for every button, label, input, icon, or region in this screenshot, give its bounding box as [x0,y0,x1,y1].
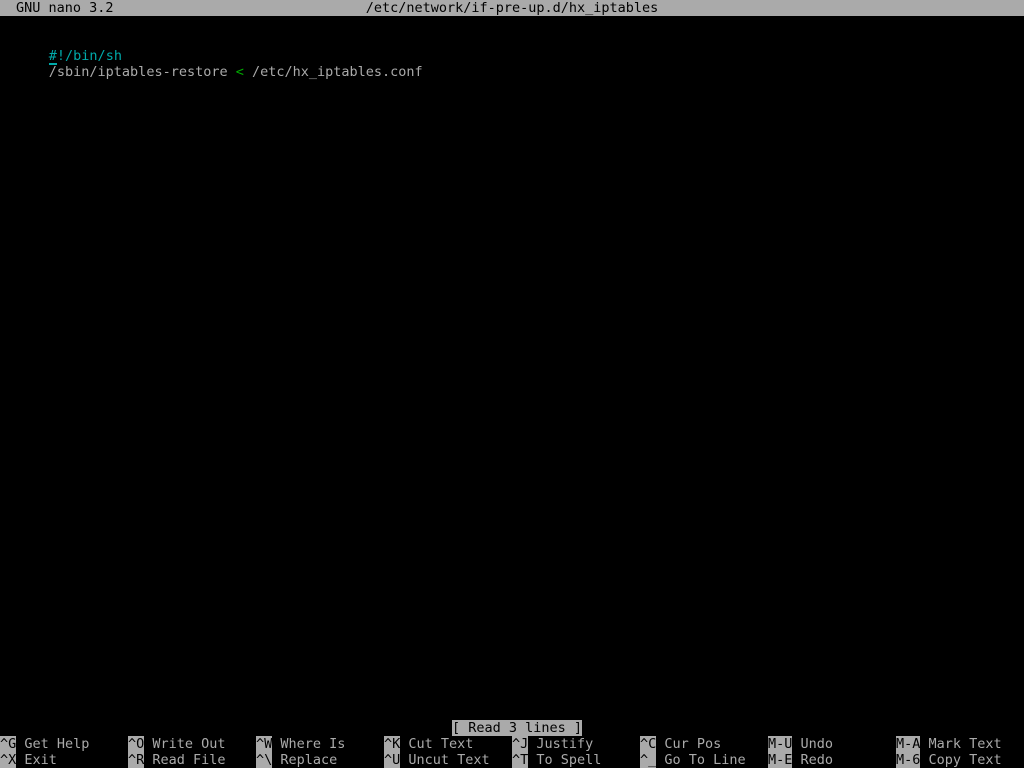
shortcut-label: Replace [280,752,338,768]
shortcut-spacer [656,736,664,752]
editor-line-2-command: /sbin/iptables-restore [48,64,236,80]
text-area[interactable]: #!/bin/sh /sbin/iptables-restore < /etc/… [0,32,1024,704]
shortcut-spacer [920,752,928,768]
shortcut-spacer [528,736,536,752]
shortcut-uncut-text[interactable]: ^U Uncut Text [384,752,490,768]
shortcut-mark-text[interactable]: M-A Mark Text [896,736,1002,752]
shortcut-label: Mark Text [928,736,1002,752]
shortcut-spacer [400,736,408,752]
shortcut-label: Redo [800,752,834,768]
shortcut-spacer [144,752,152,768]
shortcut-spacer [144,736,152,752]
shortcut-label: Read File [152,752,226,768]
shortcut-get-help[interactable]: ^G Get Help [0,736,89,752]
shortcut-label: Where Is [280,736,346,752]
shortcut-redo[interactable]: M-E Redo [768,752,833,768]
editor-line-2-redirect-operator: < [235,64,244,80]
shortcut-cur-pos[interactable]: ^C Cur Pos [640,736,721,752]
shortcut-undo[interactable]: M-U Undo [768,736,833,752]
shortcut-go-to-line[interactable]: ^_ Go To Line [640,752,746,768]
shortcut-spacer [272,752,280,768]
open-file-path: /etc/network/if-pre-up.d/hx_iptables [365,0,659,16]
shortcut-key-badge: ^O [128,736,145,752]
shortcut-key-badge: ^U [384,752,401,768]
shortcut-key-badge: ^J [512,736,529,752]
status-message: [ Read 3 lines ] [452,720,583,736]
shortcut-spacer [272,736,280,752]
shortcut-key-badge: ^\ [256,752,273,768]
shortcut-to-spell[interactable]: ^T To Spell [512,752,601,768]
shortcut-copy-text[interactable]: M-6 Copy Text [896,752,1002,768]
shortcut-spacer [656,752,664,768]
shortcut-label: Exit [24,752,57,768]
shortcut-write-out[interactable]: ^O Write Out [128,736,226,752]
editor-line-2-path: /etc/hx_iptables.conf [243,64,423,80]
shortcut-label: Cut Text [408,736,474,752]
shortcut-key-badge: ^R [128,752,145,768]
shortcut-key-badge: ^G [0,736,17,752]
shortcut-label: Write Out [152,736,226,752]
shortcut-label: To Spell [536,752,602,768]
shortcut-label: Undo [800,736,834,752]
shortcut-row-1: ^G Get Help ^O Write Out ^W Where Is ^K Cut… [0,736,1024,752]
shortcut-bar: ^G Get Help ^O Write Out ^W Where Is ^K Cut… [0,736,1024,768]
shortcut-label: Cur Pos [664,736,722,752]
shortcut-label: Justify [536,736,594,752]
shortcut-key-badge: ^K [384,736,401,752]
shortcut-key-badge: ^T [512,752,529,768]
shortcut-row-2: ^X Exit ^R Read File ^\ Replace ^U Uncut Te… [0,752,1024,768]
editor-line-1[interactable]: #!/bin/sh [0,32,122,65]
shortcut-replace[interactable]: ^\ Replace [256,752,337,768]
shortcut-key-badge: M-6 [896,752,921,768]
shortcut-key-badge: ^W [256,736,273,752]
shortcut-spacer [792,752,800,768]
shortcut-where-is[interactable]: ^W Where Is [256,736,345,752]
shortcut-exit[interactable]: ^X Exit [0,752,57,768]
shortcut-label: Copy Text [928,752,1002,768]
shortcut-spacer [16,736,24,752]
status-line: [ Read 3 lines ] [0,720,1024,736]
editor-line-2[interactable]: /sbin/iptables-restore < /etc/hx_iptable… [0,48,423,80]
shortcut-label: Get Help [24,736,90,752]
shortcut-read-file[interactable]: ^R Read File [128,752,226,768]
shortcut-key-badge: ^_ [640,752,657,768]
shortcut-spacer [16,752,24,768]
shortcut-spacer [792,736,800,752]
shortcut-justify[interactable]: ^J Justify [512,736,593,752]
shortcut-spacer [528,752,536,768]
nano-editor-screen: GNU nano 3.2 /etc/network/if-pre-up.d/hx… [0,0,1024,768]
shortcut-key-badge: M-A [896,736,921,752]
shortcut-key-badge: ^C [640,736,657,752]
title-bar: GNU nano 3.2 /etc/network/if-pre-up.d/hx… [0,0,1024,16]
shortcut-key-badge: M-U [768,736,793,752]
shortcut-spacer [920,736,928,752]
shortcut-label: Go To Line [664,752,746,768]
shortcut-label: Uncut Text [408,752,490,768]
shortcut-key-badge: ^X [0,752,17,768]
shortcut-cut-text[interactable]: ^K Cut Text [384,736,473,752]
shortcut-spacer [400,752,408,768]
shortcut-key-badge: M-E [768,752,793,768]
